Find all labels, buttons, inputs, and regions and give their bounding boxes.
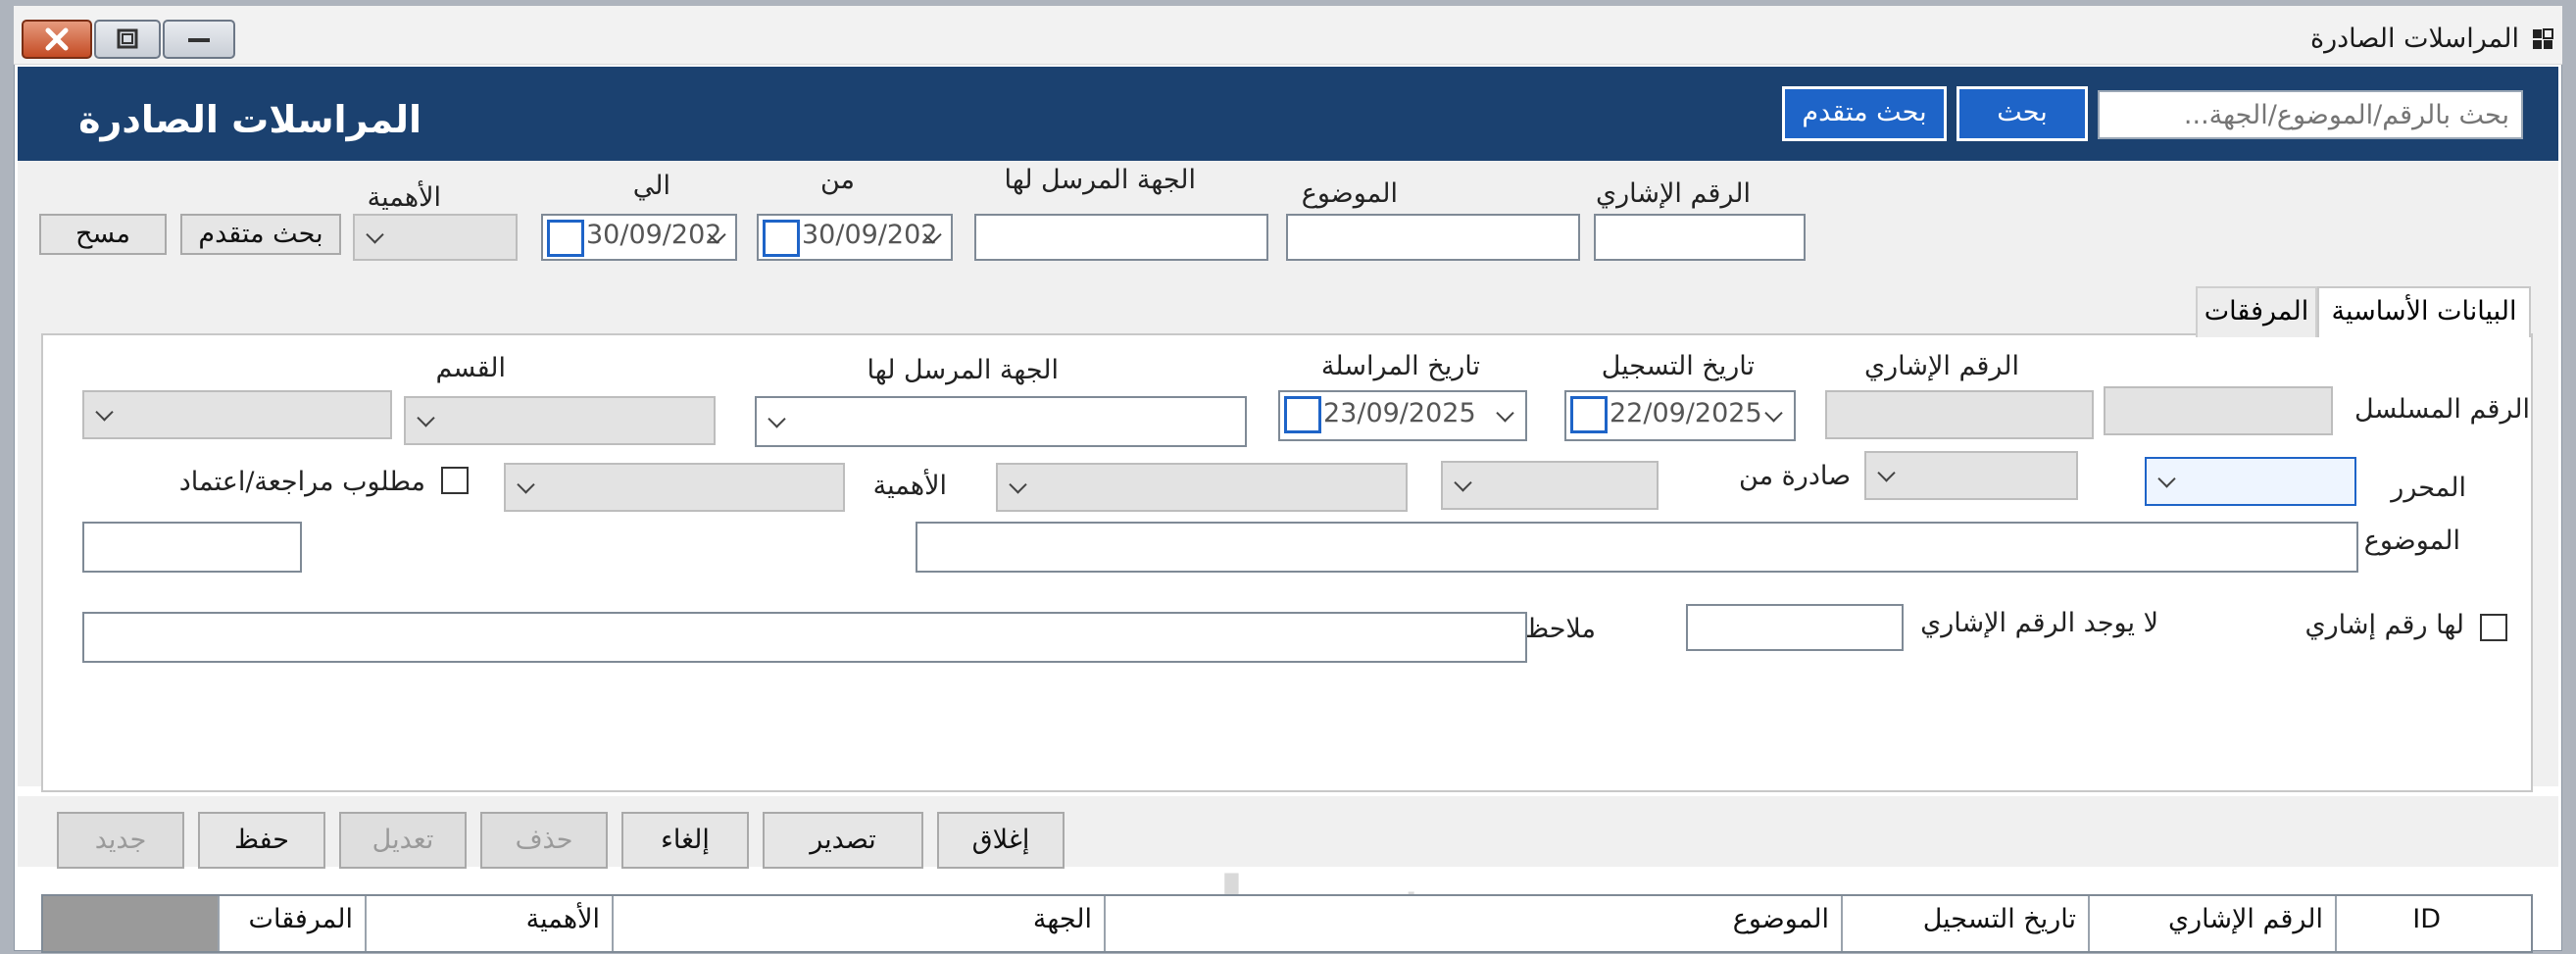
chevron-down-icon xyxy=(1877,464,1896,482)
filter-from-label: من xyxy=(819,165,855,195)
chevron-down-icon xyxy=(1764,404,1783,423)
grid-col-importance[interactable]: الأهمية xyxy=(365,896,612,951)
search-button[interactable]: بحث xyxy=(1957,86,2088,141)
filter-subject-label: الموضوع xyxy=(1301,178,1398,209)
chevron-down-icon xyxy=(517,476,535,494)
new-button[interactable]: جديد xyxy=(57,812,184,869)
grid-col-ref[interactable]: الرقم الإشاري xyxy=(2088,896,2335,951)
reg-date-picker[interactable]: 22/09/2025 xyxy=(1564,390,1796,441)
no-ref-label: لا يوجد الرقم الإشاري xyxy=(1920,608,2158,638)
filter-from-date[interactable]: 30/09/202 xyxy=(757,214,953,261)
subject-extra-input[interactable] xyxy=(82,522,302,573)
chevron-down-icon xyxy=(1009,476,1027,494)
importance-combo[interactable] xyxy=(504,463,845,512)
filter-recipient-label: الجهة المرسل لها xyxy=(1004,165,1196,195)
page-title: المراسلات الصادرة xyxy=(78,98,421,141)
has-ref-label: لها رقم إشاري xyxy=(2304,610,2464,640)
has-ref-checkbox[interactable] xyxy=(2480,614,2507,641)
chevron-down-icon xyxy=(417,409,435,427)
chevron-down-icon xyxy=(768,410,786,428)
corr-date-label: تاريخ المراسلة xyxy=(1320,351,1480,381)
corr-date-picker[interactable]: 23/09/2025 xyxy=(1278,390,1527,441)
recipient-label: الجهة المرسل لها xyxy=(867,355,1059,385)
from-date-checkbox[interactable] xyxy=(763,220,800,257)
filter-to-label: الي xyxy=(632,171,670,201)
grid-col-reg-date[interactable]: تاريخ التسجيل xyxy=(1841,896,2088,951)
subject-label: الموضوع xyxy=(2363,526,2460,556)
reg-date-checkbox[interactable] xyxy=(1570,396,1608,433)
recipient-combo[interactable] xyxy=(755,396,1247,447)
editor-sub-combo[interactable] xyxy=(1864,451,2078,500)
filter-to-date[interactable]: 30/09/202 xyxy=(541,214,737,261)
title-bar xyxy=(14,6,2562,65)
grid-col-id[interactable]: ID xyxy=(2335,896,2452,951)
chevron-down-icon xyxy=(1454,474,1472,492)
serial-label: الرقم المسلسل xyxy=(2354,394,2530,425)
no-ref-input[interactable] xyxy=(1686,604,1904,651)
export-button[interactable]: تصدير xyxy=(763,812,923,869)
filter-importance-label: الأهمية xyxy=(367,182,441,213)
maximize-icon xyxy=(117,28,138,49)
minimize-icon xyxy=(188,38,210,42)
notes-input[interactable] xyxy=(82,612,1527,663)
filter-recipient-input[interactable] xyxy=(974,214,1268,261)
dept-combo[interactable] xyxy=(404,396,716,445)
grid-col-subject[interactable]: الموضوع xyxy=(1104,896,1841,951)
chevron-down-icon xyxy=(95,403,114,422)
subject-input[interactable] xyxy=(916,522,2358,573)
to-date-checkbox[interactable] xyxy=(547,220,584,257)
corr-date-value: 23/09/2025 xyxy=(1323,398,1476,428)
search-input[interactable] xyxy=(2098,90,2523,139)
from-date-value: 30/09/202 xyxy=(802,220,938,250)
filter-importance-combo[interactable] xyxy=(353,214,518,261)
edit-button[interactable]: تعديل xyxy=(339,812,467,869)
minimize-window-button[interactable] xyxy=(163,20,235,59)
close-icon xyxy=(45,27,69,51)
filter-clear-button[interactable]: مسح xyxy=(39,214,167,255)
corr-date-checkbox[interactable] xyxy=(1284,396,1321,433)
ref-input[interactable] xyxy=(1825,390,2094,439)
reg-date-label: تاريخ التسجيل xyxy=(1601,351,1755,381)
maximize-window-button[interactable] xyxy=(94,20,161,59)
importance-label: الأهمية xyxy=(872,471,947,501)
cancel-button[interactable]: إلغاء xyxy=(621,812,749,869)
chevron-down-icon xyxy=(2157,470,2176,488)
grid-col-recipient[interactable]: الجهة xyxy=(612,896,1104,951)
close-window-button[interactable] xyxy=(22,20,92,59)
window-title: المراسلات الصادرة xyxy=(2309,24,2519,54)
close-button[interactable]: إغلاق xyxy=(937,812,1065,869)
filter-ref-input[interactable] xyxy=(1594,214,1806,261)
ref-label: الرقم الإشاري xyxy=(1863,351,2019,381)
grid-row-header xyxy=(43,896,218,951)
tab-basic-data[interactable]: البيانات الأساسية xyxy=(2317,286,2531,337)
reg-date-value: 22/09/2025 xyxy=(1610,398,1762,428)
issued-from-label: صادرة من xyxy=(1739,461,1851,491)
issued-from-sub-combo[interactable] xyxy=(996,463,1408,512)
delete-button[interactable]: حذف xyxy=(480,812,608,869)
to-date-value: 30/09/202 xyxy=(586,220,722,250)
issued-from-combo[interactable] xyxy=(1441,461,1659,510)
tab-attachments[interactable]: المرفقات xyxy=(2196,286,2317,337)
serial-input[interactable] xyxy=(2104,386,2333,435)
editor-combo[interactable] xyxy=(2145,457,2356,506)
filter-subject-input[interactable] xyxy=(1286,214,1580,261)
review-label: مطلوب مراجعة/اعتماد xyxy=(178,467,425,497)
editor-label: المحرر xyxy=(2391,473,2466,503)
grid-col-attachments[interactable]: المرفقات xyxy=(218,896,365,951)
chevron-down-icon xyxy=(366,226,384,244)
filter-advanced-search-button[interactable]: بحث متقدم xyxy=(180,214,341,255)
save-button[interactable]: حفظ xyxy=(198,812,325,869)
dept-label: القسم xyxy=(435,353,506,383)
header-advanced-search-button[interactable]: بحث متقدم xyxy=(1782,86,1947,141)
review-checkbox[interactable] xyxy=(441,467,469,494)
filter-ref-label: الرقم الإشاري xyxy=(1595,178,1751,209)
app-icon xyxy=(2533,28,2553,49)
chevron-down-icon xyxy=(1496,404,1514,423)
dept-sub-combo[interactable] xyxy=(82,390,392,439)
